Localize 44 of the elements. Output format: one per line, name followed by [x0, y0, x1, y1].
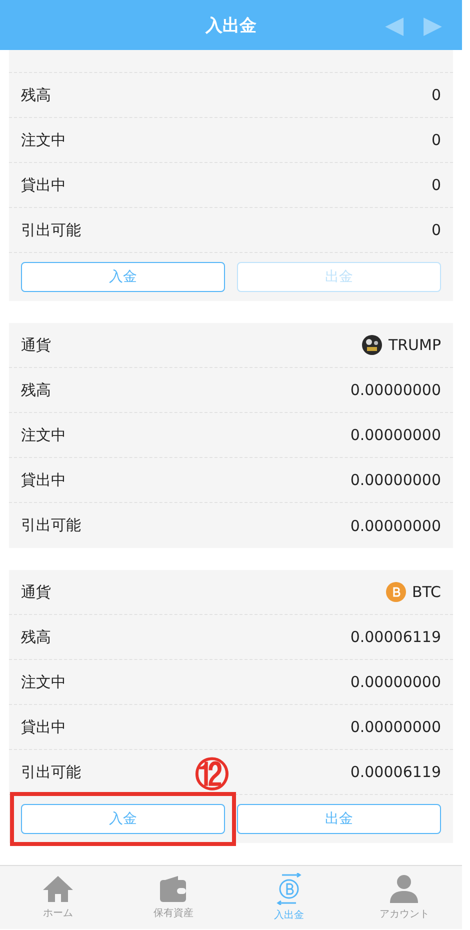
row-label: 引出可能	[21, 516, 81, 535]
row-value: 0.00000000	[350, 718, 441, 736]
tab-item[interactable]: アカウント	[346, 866, 462, 929]
tab-item[interactable]: 保有資産	[116, 866, 231, 929]
coin-icon	[362, 335, 382, 355]
row-value: 0	[431, 176, 441, 194]
next-button[interactable]: ▶	[424, 13, 442, 37]
tab-item[interactable]: 入出金	[231, 866, 346, 929]
wallet-icon	[159, 875, 188, 903]
row-label: 残高	[21, 86, 51, 104]
row-value: 0	[431, 221, 441, 239]
deposit-button[interactable]: 入金	[21, 262, 225, 292]
row-label: 引出可能	[21, 220, 81, 240]
row-label: 貸出中	[21, 176, 66, 194]
home-icon	[42, 875, 74, 903]
currency-code: TRUMP	[388, 336, 441, 354]
row-label: 注文中	[21, 426, 66, 444]
row-value: 0.00000000	[350, 381, 441, 399]
row-label: 残高	[21, 628, 51, 646]
person-icon	[389, 874, 420, 904]
row-label: 引出可能	[21, 762, 81, 782]
deposit-button[interactable]: 入金	[21, 804, 225, 834]
row-value: 0.00000000	[350, 673, 441, 691]
row-label: 通貨	[21, 582, 51, 602]
row-value: 0	[431, 131, 441, 149]
bitcoin-icon	[386, 582, 406, 602]
row-label: 貸出中	[21, 718, 66, 736]
row-value: 0.00000000	[350, 471, 441, 489]
row-label: 注文中	[21, 672, 66, 692]
tab-item[interactable]: ホーム	[0, 866, 116, 929]
currency-code: BTC	[412, 583, 441, 601]
previous-button[interactable]: ◀	[385, 13, 404, 37]
row-value: 0.00000000	[350, 516, 441, 534]
row-label: 貸出中	[21, 470, 66, 490]
withdraw-button[interactable]: 出金	[237, 804, 441, 834]
row-label: 通貨	[21, 336, 51, 354]
row-value: 0.00006119	[350, 763, 441, 781]
row-value: 0.00000000	[350, 426, 441, 444]
row-label: 残高	[21, 380, 51, 400]
row-label: 注文中	[21, 130, 66, 150]
row-value: 0.00006119	[350, 628, 441, 646]
step-number: ⑫	[195, 758, 229, 792]
row-value: 0	[431, 86, 441, 104]
page-title: 入出金	[206, 14, 256, 36]
